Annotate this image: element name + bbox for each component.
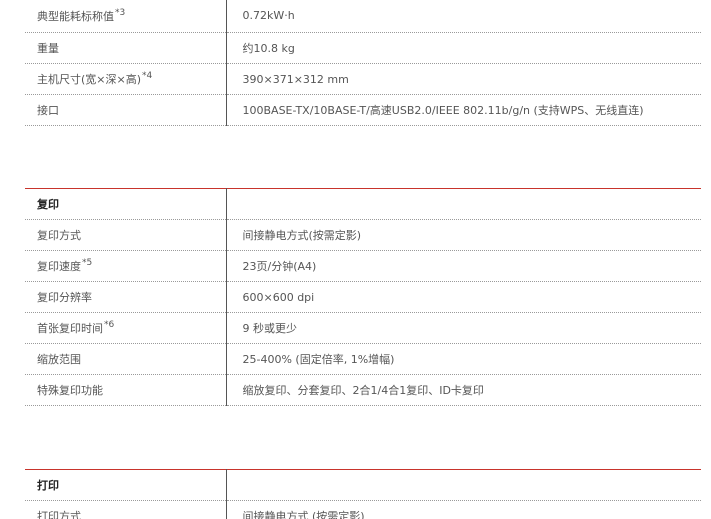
row-label: 重量 <box>25 32 227 64</box>
spec-page: 典型能耗标称值*3 0.72kW·h 重量 约10.8 kg 主机尺寸(宽×深×… <box>0 0 711 519</box>
table-row: 重量 约10.8 kg <box>25 32 701 64</box>
label-text: 打印方式 <box>37 510 81 519</box>
row-label: 接口 <box>25 94 227 126</box>
row-label: 首张复印时间*6 <box>25 312 227 344</box>
section-header-row: 复印 <box>25 188 701 220</box>
row-label: 主机尺寸(宽×深×高)*4 <box>25 63 227 95</box>
table-row: 复印方式 间接静电方式(按需定影) <box>25 219 701 251</box>
footnote-marker: *3 <box>115 7 126 18</box>
row-value: 600×600 dpi <box>226 281 701 313</box>
row-value: 9 秒或更少 <box>226 312 701 344</box>
row-value: 390×371×312 mm <box>226 63 701 95</box>
label-text: 主机尺寸(宽×深×高) <box>37 73 142 86</box>
row-value: 间接静电方式(按需定影) <box>226 219 701 251</box>
row-value: 25-400% (固定倍率, 1%增幅) <box>226 343 701 375</box>
row-value: 约10.8 kg <box>226 32 701 64</box>
label-text: 复印分辨率 <box>37 291 92 304</box>
label-text: 首张复印时间 <box>37 322 103 335</box>
copy-spec-table: 复印 复印方式 间接静电方式(按需定影) 复印速度*5 23页/分钟(A4) 复… <box>25 188 701 406</box>
table-row: 复印速度*5 23页/分钟(A4) <box>25 250 701 282</box>
row-label: 复印分辨率 <box>25 281 227 313</box>
footnote-marker: *4 <box>142 71 153 81</box>
table-row: 接口 100BASE-TX/10BASE-T/高速USB2.0/IEEE 802… <box>25 94 701 126</box>
section-title: 复印 <box>25 188 227 220</box>
table-row: 打印方式 间接静电方式 (按需定影) <box>25 500 701 519</box>
row-label: 特殊复印功能 <box>25 374 227 406</box>
row-value: 间接静电方式 (按需定影) <box>226 500 701 519</box>
label-text: 重量 <box>37 42 59 55</box>
row-label: 复印速度*5 <box>25 250 227 282</box>
table-row: 特殊复印功能 缩放复印、分套复印、2合1/4合1复印、ID卡复印 <box>25 374 701 406</box>
label-text: 特殊复印功能 <box>37 384 103 397</box>
row-value: 缩放复印、分套复印、2合1/4合1复印、ID卡复印 <box>226 374 701 406</box>
label-text: 复印速度 <box>37 260 81 273</box>
label-text: 复印方式 <box>37 229 81 242</box>
row-label: 典型能耗标称值*3 <box>25 0 227 33</box>
label-text: 缩放范围 <box>37 353 81 366</box>
general-spec-table: 典型能耗标称值*3 0.72kW·h 重量 约10.8 kg 主机尺寸(宽×深×… <box>25 0 701 126</box>
row-value: 100BASE-TX/10BASE-T/高速USB2.0/IEEE 802.11… <box>226 94 701 126</box>
print-spec-table: 打印 打印方式 间接静电方式 (按需定影) <box>25 469 701 519</box>
label-text: 接口 <box>37 104 59 117</box>
row-label: 打印方式 <box>25 500 227 519</box>
row-value: 0.72kW·h <box>226 0 701 33</box>
row-value: 23页/分钟(A4) <box>226 250 701 282</box>
footnote-marker: *6 <box>104 320 115 330</box>
table-row: 复印分辨率 600×600 dpi <box>25 281 701 313</box>
table-row: 缩放范围 25-400% (固定倍率, 1%增幅) <box>25 343 701 375</box>
section-header-empty <box>226 188 701 220</box>
table-row: 首张复印时间*6 9 秒或更少 <box>25 312 701 344</box>
section-header-row: 打印 <box>25 469 701 501</box>
row-label: 缩放范围 <box>25 343 227 375</box>
row-label: 复印方式 <box>25 219 227 251</box>
label-text: 典型能耗标称值 <box>37 9 114 23</box>
table-row: 典型能耗标称值*3 0.72kW·h <box>25 0 701 33</box>
section-title: 打印 <box>25 469 227 501</box>
section-header-empty <box>226 469 701 501</box>
table-row: 主机尺寸(宽×深×高)*4 390×371×312 mm <box>25 63 701 95</box>
footnote-marker: *5 <box>82 258 93 268</box>
